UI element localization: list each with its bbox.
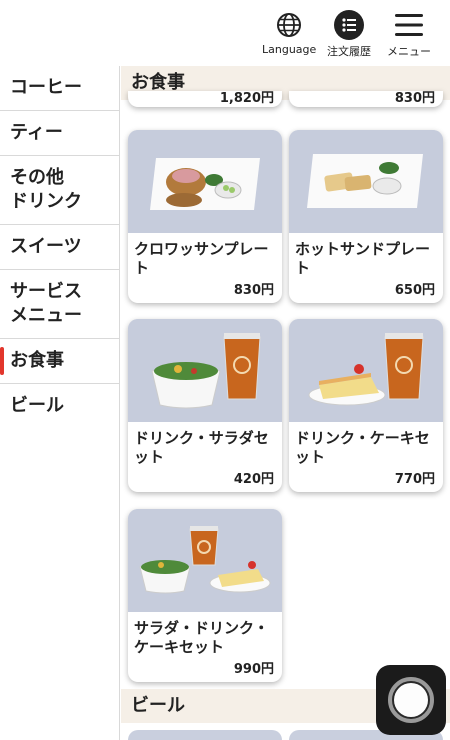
menu-card-partial[interactable]: 830円 [289, 91, 443, 107]
item-price: 650円 [394, 283, 435, 298]
order-history-label: 注文履歴 [327, 45, 371, 58]
item-price: 420円 [233, 472, 274, 487]
sidebar-item-label: コーヒー [10, 77, 82, 98]
menu-card-partial[interactable]: 1,820円 [128, 91, 282, 107]
sidebar-item-beer[interactable]: ビール [0, 384, 119, 428]
menu-card[interactable]: ホットサンドプレート 650円 [289, 130, 443, 303]
item-price: 830円 [394, 91, 435, 106]
item-price: 770円 [394, 472, 435, 487]
sidebar-item-tea[interactable]: ティー [0, 111, 119, 156]
salad-drink-cake-set-photo [128, 509, 282, 612]
sidebar-item-label: サービス メニュー [10, 281, 82, 326]
croissant-plate-photo [128, 130, 282, 233]
menu-card[interactable]: ドリンク・サラダセット 420円 [128, 319, 282, 492]
assistive-touch-button[interactable] [376, 665, 446, 735]
hot-sand-plate-photo [289, 130, 443, 233]
item-name: ドリンク・サラダセット [134, 429, 269, 466]
sidebar-item-service-menu[interactable]: サービス メニュー [0, 270, 119, 339]
sidebar-item-label: ビール [10, 395, 64, 416]
menu-card[interactable]: クロワッサンプレート 830円 [128, 130, 282, 303]
sidebar-item-label: その他 ドリンク [10, 167, 82, 212]
language-button[interactable]: Language [262, 10, 316, 56]
sidebar-item-meals[interactable]: お食事 [0, 339, 119, 384]
sidebar-item-label: お食事 [10, 350, 64, 371]
assistive-touch-icon [388, 677, 434, 723]
item-name: サラダ・ドリンク・ケーキセット [134, 619, 269, 656]
menu-card-partial[interactable] [128, 730, 282, 740]
drink-cake-set-photo [289, 319, 443, 422]
sidebar-item-label: ティー [10, 122, 63, 143]
list-icon [334, 10, 364, 40]
menu-button[interactable]: メニュー [387, 10, 431, 59]
item-price: 990円 [233, 662, 274, 677]
item-price: 830円 [233, 283, 274, 298]
sidebar-item-sweets[interactable]: スイーツ [0, 225, 119, 270]
menu-content: お食事 1,820円 830円 クロワッサンプレート 830円 ホットサンドプレ… [121, 66, 450, 740]
globe-icon [274, 10, 304, 40]
item-name: クロワッサンプレート [134, 240, 269, 277]
item-name: ホットサンドプレート [295, 240, 431, 277]
menu-card[interactable]: サラダ・ドリンク・ケーキセット 990円 [128, 509, 282, 682]
hamburger-icon [394, 10, 424, 40]
category-sidebar: コーヒー ティー その他 ドリンク スイーツ サービス メニュー お食事 ビール [0, 66, 120, 740]
sidebar-item-other-drinks[interactable]: その他 ドリンク [0, 156, 119, 225]
item-name: ドリンク・ケーキセット [295, 429, 430, 466]
sidebar-item-coffee[interactable]: コーヒー [0, 66, 119, 111]
order-history-button[interactable]: 注文履歴 [327, 10, 371, 59]
menu-label: メニュー [387, 45, 431, 58]
sidebar-item-label: スイーツ [10, 236, 82, 257]
drink-salad-set-photo [128, 319, 282, 422]
language-label: Language [262, 43, 317, 56]
top-bar: Language 注文履歴 メニュー [0, 0, 450, 66]
item-price: 1,820円 [219, 91, 274, 106]
menu-card[interactable]: ドリンク・ケーキセット 770円 [289, 319, 443, 492]
